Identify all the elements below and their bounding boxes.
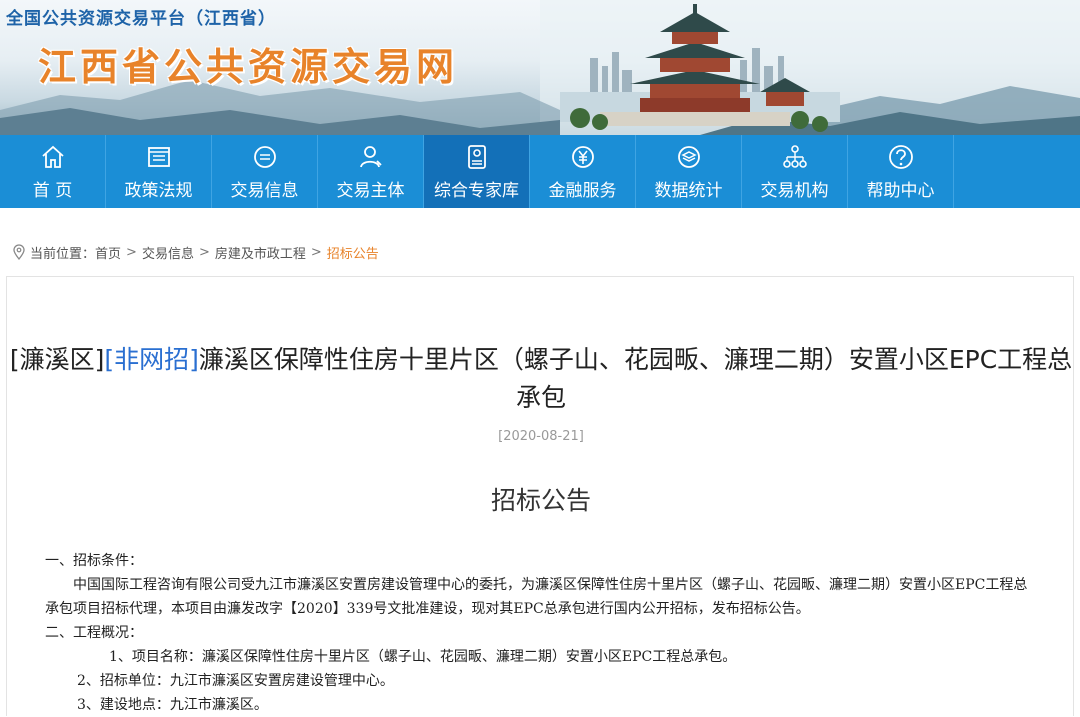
breadcrumb-separator: >: [310, 244, 322, 260]
nav-label: 交易机构: [760, 180, 829, 201]
breadcrumb-prefix: 当前位置：: [30, 246, 96, 262]
nav-item-expert-library[interactable]: 综合专家库: [424, 135, 530, 208]
nav-item-home[interactable]: 首 页: [0, 135, 106, 208]
list-item: 2、招标单位：九江市濂溪区安置房建设管理中心。: [77, 673, 394, 689]
title-region-tag: [濂溪区]: [9, 345, 105, 374]
user-icon: [359, 145, 382, 167]
nav-item-statistics[interactable]: 数据统计: [636, 135, 742, 208]
article-panel: [濂溪区][非网招]濂溪区保障性住房十里片区（螺子山、花园畈、濂理二期）安置小区…: [6, 276, 1074, 716]
article-date: [2020-08-21]: [498, 429, 584, 444]
paragraph: 中国国际工程咨询有限公司受九江市濂溪区安置房建设管理中心的委托，为濂溪区保障性住…: [45, 577, 1028, 617]
document-icon: [147, 146, 170, 167]
home-icon: [41, 145, 64, 168]
list-item: 1、项目名称：濂溪区保障性住房十里片区（螺子山、花园畈、濂理二期）安置小区EPC…: [109, 649, 737, 665]
breadcrumb-construction[interactable]: 房建及市政工程: [215, 243, 306, 262]
location-pin-icon: [13, 244, 25, 260]
nav-label: 数据统计: [654, 180, 723, 201]
nav-item-trade-subject[interactable]: 交易主体: [318, 135, 424, 208]
list-item: 3、建设地点：九江市濂溪区。: [77, 697, 268, 713]
nav-label: 帮助中心: [866, 180, 935, 201]
breadcrumb-current: 招标公告: [326, 246, 379, 262]
article-body: 一、招标条件： 中国国际工程咨询有限公司受九江市濂溪区安置房建设管理中心的委托，…: [45, 549, 1035, 717]
document-title: 招标公告: [490, 486, 591, 515]
message-icon: [253, 145, 276, 168]
nav-label: 交易信息: [230, 180, 299, 201]
breadcrumb-trade-info[interactable]: 交易信息: [142, 243, 194, 262]
title-text: 濂溪区保障性住房十里片区（螺子山、花园畈、濂理二期）安置小区EPC工程总承包: [198, 345, 1073, 412]
nav-item-institutions[interactable]: 交易机构: [742, 135, 848, 208]
org-chart-icon: [782, 144, 807, 168]
section-heading: 一、招标条件：: [45, 553, 143, 569]
id-card-icon: [467, 144, 486, 169]
nav-item-policy[interactable]: 政策法规: [106, 135, 212, 208]
nav-item-finance[interactable]: 金融服务: [530, 135, 636, 208]
nav-label: 首 页: [32, 180, 73, 201]
platform-name: 全国公共资源交易平台（江西省）: [6, 9, 276, 29]
section-heading: 二、工程概况：: [45, 625, 143, 641]
layers-icon: [677, 145, 700, 168]
breadcrumb-separator: >: [198, 244, 210, 260]
main-nav: 首 页 政策法规 交易信息 交易主体 综合专家库 金融服务 数据统计 交易机构 …: [0, 135, 1080, 208]
yuan-icon: [571, 145, 594, 168]
site-title: 江西省公共资源交易网: [38, 45, 459, 89]
help-icon: [888, 144, 913, 169]
nav-label: 综合专家库: [434, 180, 519, 201]
article-title: [濂溪区][非网招]濂溪区保障性住房十里片区（螺子山、花园畈、濂理二期）安置小区…: [7, 341, 1075, 417]
nav-item-help[interactable]: 帮助中心: [848, 135, 954, 208]
site-banner: 全国公共资源交易平台（江西省） 江西省公共资源交易网: [0, 0, 1080, 135]
nav-label: 政策法规: [124, 180, 193, 201]
nav-item-trade-info[interactable]: 交易信息: [212, 135, 318, 208]
breadcrumb-separator: >: [126, 244, 137, 260]
title-type-tag[interactable]: [非网招]: [104, 345, 199, 374]
nav-label: 金融服务: [548, 180, 617, 201]
breadcrumb-home[interactable]: 首页: [95, 243, 121, 262]
nav-label: 交易主体: [336, 180, 405, 201]
